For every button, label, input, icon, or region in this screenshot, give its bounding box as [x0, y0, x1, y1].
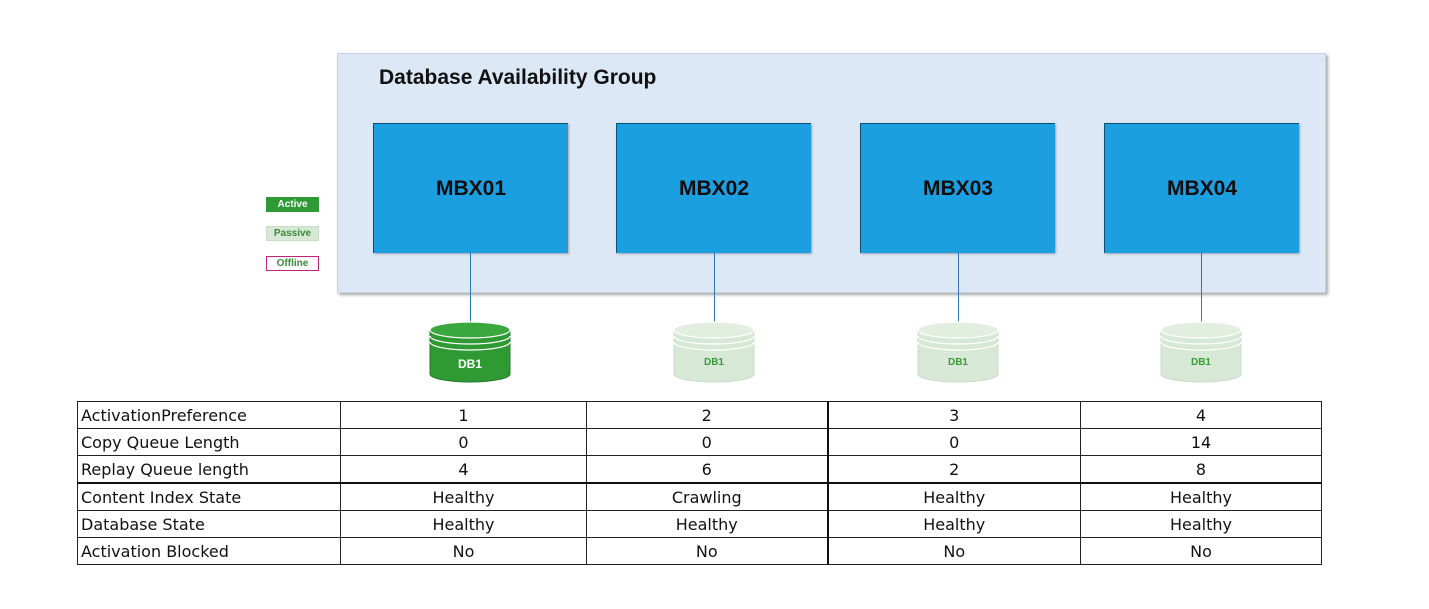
table-cell: 4 — [1080, 401, 1322, 429]
database-icon-mbx04: DB1 — [1159, 320, 1243, 384]
legend-passive: Passive — [266, 226, 319, 241]
table-cell: No — [340, 537, 587, 565]
table-row: Content Index State Healthy Crawling Hea… — [77, 482, 1322, 511]
table-cell: 6 — [586, 455, 828, 484]
table-cell: 14 — [1080, 428, 1322, 456]
row-label: ActivationPreference — [77, 401, 341, 429]
database-icon-mbx01: DB1 — [428, 320, 512, 384]
table-cell: 8 — [1080, 455, 1322, 484]
connector-mbx02 — [714, 252, 715, 322]
table-cell: 3 — [826, 401, 1081, 429]
table-cell: 4 — [340, 455, 587, 484]
database-icon-mbx03: DB1 — [916, 320, 1000, 384]
table-cell: Healthy — [340, 482, 587, 511]
server-mbx01: MBX01 — [373, 123, 568, 253]
table-cell: Healthy — [340, 510, 587, 538]
row-label: Replay Queue length — [77, 455, 341, 484]
table-cell: Healthy — [586, 510, 828, 538]
table-cell: No — [1080, 537, 1322, 565]
table-cell: Crawling — [586, 482, 828, 511]
table-cell: 0 — [826, 428, 1081, 456]
row-label: Copy Queue Length — [77, 428, 341, 456]
table-cell: 2 — [586, 401, 828, 429]
table-cell: No — [586, 537, 828, 565]
dag-title: Database Availability Group — [379, 66, 657, 89]
legend-active: Active — [266, 197, 319, 212]
table-cell: Healthy — [1080, 482, 1322, 511]
database-label: DB1 — [703, 357, 724, 368]
database-label: DB1 — [1190, 357, 1211, 368]
table-cell: 1 — [340, 401, 587, 429]
connector-mbx01 — [470, 252, 471, 322]
table-row: Database State Healthy Healthy Healthy H… — [77, 510, 1322, 538]
table-row: Replay Queue length 4 6 2 8 — [77, 455, 1322, 484]
connector-mbx04 — [1201, 252, 1202, 322]
server-mbx04: MBX04 — [1104, 123, 1299, 253]
legend-offline: Offline — [266, 256, 319, 271]
server-mbx02: MBX02 — [616, 123, 811, 253]
database-label: DB1 — [457, 357, 482, 371]
table-cell: 0 — [586, 428, 828, 456]
table-cell: 2 — [826, 455, 1081, 484]
table-cell: Healthy — [1080, 510, 1322, 538]
database-label: DB1 — [947, 357, 968, 368]
table-row: Activation Blocked No No No No — [77, 537, 1322, 565]
database-icon-mbx02: DB1 — [672, 320, 756, 384]
table-cell: Healthy — [826, 510, 1081, 538]
row-label: Database State — [77, 510, 341, 538]
connector-mbx03 — [958, 252, 959, 322]
table-cell: 0 — [340, 428, 587, 456]
server-mbx03: MBX03 — [860, 123, 1055, 253]
table-cell: Healthy — [826, 482, 1081, 511]
row-label: Content Index State — [77, 482, 341, 511]
table-row: ActivationPreference 1 2 3 4 — [77, 401, 1322, 429]
database-copy-status-table: ActivationPreference 1 2 3 4 Copy Queue … — [77, 401, 1322, 565]
table-row: Copy Queue Length 0 0 0 14 — [77, 428, 1322, 456]
row-label: Activation Blocked — [77, 537, 341, 565]
table-cell: No — [826, 537, 1081, 565]
